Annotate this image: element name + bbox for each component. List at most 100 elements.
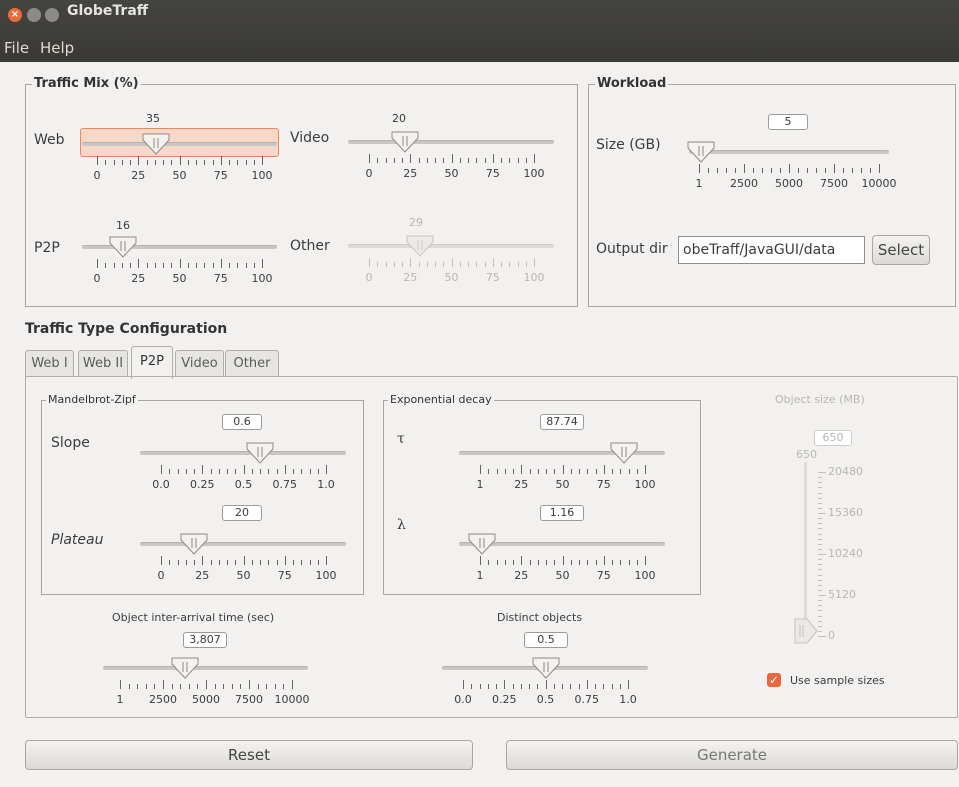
slider-tick bbox=[260, 560, 261, 565]
slider-tick bbox=[122, 263, 123, 268]
slider-tick-label: 0 bbox=[93, 272, 101, 285]
slider-tick bbox=[546, 469, 547, 474]
slider-tick bbox=[240, 684, 241, 689]
slider-tick bbox=[497, 469, 498, 474]
slider-tick bbox=[237, 160, 238, 165]
slider-tick bbox=[120, 680, 121, 689]
slider-tick-label: 25 bbox=[514, 569, 529, 582]
slider-thumb[interactable] bbox=[467, 532, 497, 556]
slider-tick bbox=[262, 259, 263, 268]
slider-tick-label: 2500 bbox=[149, 693, 177, 706]
slider-thumb[interactable] bbox=[405, 234, 435, 258]
slope-label: Slope bbox=[51, 435, 90, 451]
object-size-tick bbox=[818, 472, 826, 473]
tab-video[interactable]: Video bbox=[175, 350, 224, 377]
tab-web-1[interactable]: Web I bbox=[25, 350, 74, 377]
output-dir-field[interactable]: obeTraff/JavaGUI/data bbox=[678, 236, 865, 264]
slider-tick bbox=[402, 262, 403, 267]
slider-tick bbox=[496, 684, 497, 689]
slider-thumb[interactable] bbox=[170, 656, 200, 680]
slider-tick bbox=[188, 263, 189, 268]
slider-tick bbox=[105, 160, 106, 165]
p2p-label: P2P bbox=[34, 240, 60, 256]
slider-ticks bbox=[480, 556, 646, 565]
slider-tick bbox=[258, 684, 259, 689]
slider-tick-label: 50 bbox=[444, 271, 459, 284]
slider-tick bbox=[521, 556, 522, 565]
slider-ticks bbox=[120, 680, 293, 689]
lambda-value: 1.16 bbox=[540, 505, 584, 521]
menu-file[interactable]: File bbox=[4, 39, 29, 57]
slider-ticks bbox=[97, 259, 263, 268]
slider-tick-label: 25 bbox=[131, 272, 146, 285]
slider-tick bbox=[213, 160, 214, 165]
slider-tick-label: 50 bbox=[172, 169, 187, 182]
slider-tick bbox=[493, 154, 494, 163]
slider-thumb[interactable] bbox=[609, 441, 639, 465]
slider-tick bbox=[571, 469, 572, 474]
slider-tick bbox=[463, 680, 464, 689]
slider-tick bbox=[637, 560, 638, 565]
minimize-window-button[interactable] bbox=[27, 8, 41, 22]
slider-tick bbox=[130, 263, 131, 268]
slider-tick-label: 10000 bbox=[274, 693, 310, 706]
slider-tick bbox=[180, 684, 181, 689]
slider-thumb[interactable] bbox=[245, 441, 275, 465]
tau-label: τ bbox=[397, 431, 405, 447]
use-sample-sizes-checkbox[interactable]: ✓ bbox=[767, 673, 781, 687]
slider-tick bbox=[554, 684, 555, 689]
tab-other[interactable]: Other bbox=[225, 350, 279, 377]
slider-tick bbox=[554, 469, 555, 474]
slider-tick bbox=[202, 556, 203, 565]
slider-thumb[interactable] bbox=[390, 130, 420, 154]
maximize-window-button[interactable] bbox=[45, 8, 59, 22]
slider-tick bbox=[147, 263, 148, 268]
slider-thumb[interactable] bbox=[108, 235, 138, 259]
object-size-tick bbox=[818, 539, 822, 540]
slider-tick bbox=[604, 465, 605, 474]
reset-button[interactable]: Reset bbox=[25, 740, 473, 770]
slider-thumb[interactable] bbox=[531, 656, 561, 680]
slider-tick bbox=[114, 160, 115, 165]
slider-thumb[interactable] bbox=[686, 140, 716, 164]
slider-tick bbox=[452, 154, 453, 163]
workload-title: Workload bbox=[595, 76, 669, 91]
slope-value: 0.6 bbox=[222, 414, 262, 430]
slider-tick bbox=[488, 684, 489, 689]
object-size-tick bbox=[818, 508, 822, 509]
slider-tick-label: 5000 bbox=[775, 177, 803, 190]
slider-thumb[interactable] bbox=[141, 132, 171, 156]
slider-ticks bbox=[699, 164, 880, 173]
video-label: Video bbox=[290, 130, 330, 146]
slider-tick bbox=[579, 469, 580, 474]
slider-tick bbox=[254, 160, 255, 165]
tab-p2p[interactable]: P2P bbox=[131, 346, 173, 379]
generate-button[interactable]: Generate bbox=[506, 740, 958, 770]
slider-tick bbox=[571, 560, 572, 565]
slider-track bbox=[82, 142, 277, 146]
distinct-label: Distinct objects bbox=[497, 611, 583, 624]
object-size-tick bbox=[818, 616, 822, 617]
slider-tick-label: 0 bbox=[93, 169, 101, 182]
slider-tick bbox=[194, 469, 195, 474]
slider-tick bbox=[452, 258, 453, 267]
select-button[interactable]: Select bbox=[872, 235, 930, 265]
slider-tick bbox=[612, 560, 613, 565]
slider-tick-label: 100 bbox=[634, 478, 656, 491]
close-window-button[interactable]: × bbox=[8, 8, 22, 22]
slider-tick bbox=[579, 684, 580, 689]
title-bar: × GlobeTraff File Help bbox=[0, 0, 959, 62]
slider-tick bbox=[699, 164, 700, 173]
slider-tick bbox=[211, 469, 212, 474]
slider-thumb[interactable] bbox=[179, 532, 209, 556]
object-size-tick-label: 10240 bbox=[828, 547, 863, 560]
menu-help[interactable]: Help bbox=[40, 39, 74, 57]
slider-tick bbox=[435, 262, 436, 267]
slider-tick bbox=[476, 158, 477, 163]
object-size-tick bbox=[818, 544, 822, 545]
slider-tick-label: 75 bbox=[485, 271, 500, 284]
tab-web-2[interactable]: Web II bbox=[78, 350, 128, 377]
slider-tick bbox=[277, 560, 278, 565]
slider-tick bbox=[501, 158, 502, 163]
slider-tick bbox=[227, 469, 228, 474]
